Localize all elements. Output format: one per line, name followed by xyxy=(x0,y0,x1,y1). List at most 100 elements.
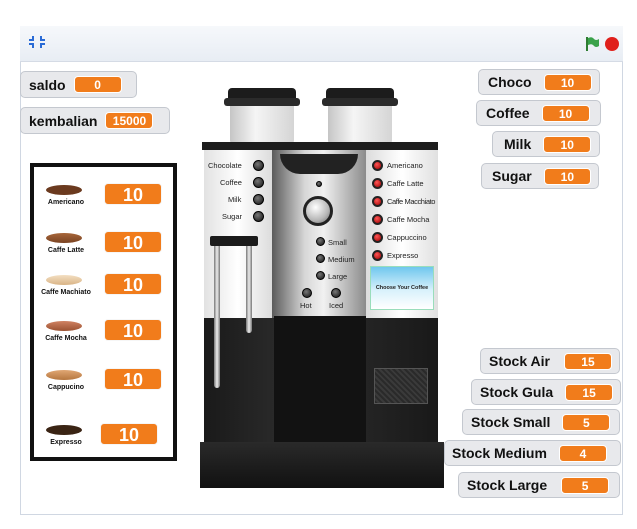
drink-caffe-macchiato-button[interactable] xyxy=(372,196,383,207)
coffee-value: 10 xyxy=(541,104,590,122)
cappucino-cup-icon xyxy=(46,370,82,380)
drink-caffe-latte-label: Caffe Latte xyxy=(387,179,424,188)
drink-caffe-macchiato-label: Caffe Macchiato xyxy=(387,197,436,206)
stock-gula-label: Stock Gula xyxy=(480,384,554,400)
size-large-button[interactable] xyxy=(316,271,325,280)
steam-wand-right xyxy=(246,238,252,333)
size-small-button[interactable] xyxy=(316,237,325,246)
size-medium-button[interactable] xyxy=(316,254,325,263)
americano-label: Americano xyxy=(47,199,85,206)
menu-item-expresso[interactable]: Expresso 10 xyxy=(34,423,173,469)
menu-item-cappucino[interactable]: Cappucino 10 xyxy=(34,368,173,414)
steam-wand-left xyxy=(214,238,220,388)
saldo-value: 0 xyxy=(73,76,122,93)
kembalian-monitor: kembalian 15000 xyxy=(20,107,170,134)
sugar-value: 10 xyxy=(543,167,591,185)
caffe-latte-label: Caffe Latte xyxy=(47,247,85,254)
machine-screen-text: Choose Your Coffee xyxy=(375,285,429,291)
stock-gula-monitor: Stock Gula 15 xyxy=(471,379,621,405)
caffe-mocha-label: Caffe Mocha xyxy=(45,335,87,342)
milk-label: Milk xyxy=(504,136,532,152)
stock-large-monitor: Stock Large 5 xyxy=(458,472,620,498)
coffee-label: Coffee xyxy=(486,105,530,121)
size-small-label: Small xyxy=(328,238,347,247)
stage-topbar xyxy=(20,26,623,62)
iced-button[interactable] xyxy=(331,288,341,298)
expresso-label: Expresso xyxy=(50,439,82,446)
indicator-light-icon xyxy=(316,181,322,187)
chocolate-button[interactable] xyxy=(253,160,264,171)
coffee-button[interactable] xyxy=(253,177,264,188)
americano-value: 10 xyxy=(104,183,162,205)
saldo-label: saldo xyxy=(29,76,66,93)
caffe-machiato-value: 10 xyxy=(104,273,162,295)
selector-dial[interactable] xyxy=(303,196,333,226)
stock-air-label: Stock Air xyxy=(489,353,550,369)
caffe-mocha-value: 10 xyxy=(104,319,162,341)
fullscreen-toggle-icon[interactable] xyxy=(28,34,46,52)
stock-large-label: Stock Large xyxy=(467,477,548,493)
size-large-label: Large xyxy=(328,272,348,281)
expresso-cup-icon xyxy=(46,425,82,435)
machine-ingredient-chocolate: Chocolate xyxy=(208,161,242,170)
stock-air-value: 15 xyxy=(563,352,612,370)
choco-label: Choco xyxy=(488,74,532,90)
stock-small-label: Stock Small xyxy=(471,414,551,430)
drink-americano-button[interactable] xyxy=(372,160,383,171)
milk-value: 10 xyxy=(543,135,592,153)
coffee-menu-panel: Americano 10 Caffe Latte 10 Caffe Machia… xyxy=(30,163,177,461)
menu-item-americano[interactable]: Americano 10 xyxy=(34,183,173,229)
drip-grill xyxy=(374,368,428,404)
stock-medium-monitor: Stock Medium 4 xyxy=(444,440,621,466)
machine-ingredient-milk: Milk xyxy=(228,195,242,204)
stop-sign-icon[interactable] xyxy=(604,36,620,55)
menu-item-caffe-machiato[interactable]: Caffe Machiato 10 xyxy=(34,273,173,319)
menu-item-caffe-latte[interactable]: Caffe Latte 10 xyxy=(34,231,173,277)
choco-value: 10 xyxy=(543,73,592,91)
milk-button[interactable] xyxy=(253,194,264,205)
hot-label: Hot xyxy=(300,301,312,310)
caffe-machiato-cup-icon xyxy=(46,275,82,285)
drink-caffe-mocha-label: Caffe Mocha xyxy=(387,215,430,224)
iced-label: Iced xyxy=(329,301,344,310)
stock-large-value: 5 xyxy=(561,476,610,494)
drink-cappuccino-button[interactable] xyxy=(372,232,383,243)
right-bean-hopper xyxy=(322,88,398,146)
drink-caffe-mocha-button[interactable] xyxy=(372,214,383,225)
drink-expresso-button[interactable] xyxy=(372,250,383,261)
caffe-machiato-label: Caffe Machiato xyxy=(41,289,91,296)
cappucino-label: Cappucino xyxy=(47,384,85,391)
stock-air-monitor: Stock Air 15 xyxy=(480,348,620,374)
caffe-latte-value: 10 xyxy=(104,231,162,253)
cappucino-value: 10 xyxy=(104,368,162,390)
green-flag-icon[interactable] xyxy=(584,36,600,55)
coffee-machine: Chocolate Coffee Milk Sugar Small Medium… xyxy=(196,80,444,490)
caffe-mocha-cup-icon xyxy=(46,321,82,331)
kembalian-label: kembalian xyxy=(29,112,98,129)
stock-medium-value: 4 xyxy=(558,444,607,462)
drink-expresso-label: Expresso xyxy=(387,251,419,260)
stock-small-monitor: Stock Small 5 xyxy=(462,409,620,435)
machine-screen: Choose Your Coffee xyxy=(370,266,434,310)
hot-button[interactable] xyxy=(302,288,312,298)
milk-monitor: Milk 10 xyxy=(492,131,600,157)
sugar-label: Sugar xyxy=(492,168,532,184)
choco-monitor: Choco 10 xyxy=(478,69,600,95)
expresso-value: 10 xyxy=(100,423,158,445)
saldo-monitor: saldo 0 xyxy=(20,71,137,98)
left-bean-hopper xyxy=(224,88,300,146)
drink-caffe-latte-button[interactable] xyxy=(372,178,383,189)
machine-ingredient-coffee: Coffee xyxy=(220,178,242,187)
size-medium-label: Medium xyxy=(328,255,355,264)
caffe-latte-cup-icon xyxy=(46,233,82,243)
stock-gula-value: 15 xyxy=(565,383,613,401)
sugar-button[interactable] xyxy=(253,211,264,222)
americano-cup-icon xyxy=(46,185,82,195)
drink-cappuccino-label: Cappuccino xyxy=(387,233,427,242)
coffee-monitor: Coffee 10 xyxy=(476,100,601,126)
dispensing-area xyxy=(274,316,366,444)
stock-medium-label: Stock Medium xyxy=(452,445,547,461)
stock-small-value: 5 xyxy=(562,413,611,431)
center-control-panel xyxy=(272,150,366,318)
menu-item-caffe-mocha[interactable]: Caffe Mocha 10 xyxy=(34,319,173,365)
